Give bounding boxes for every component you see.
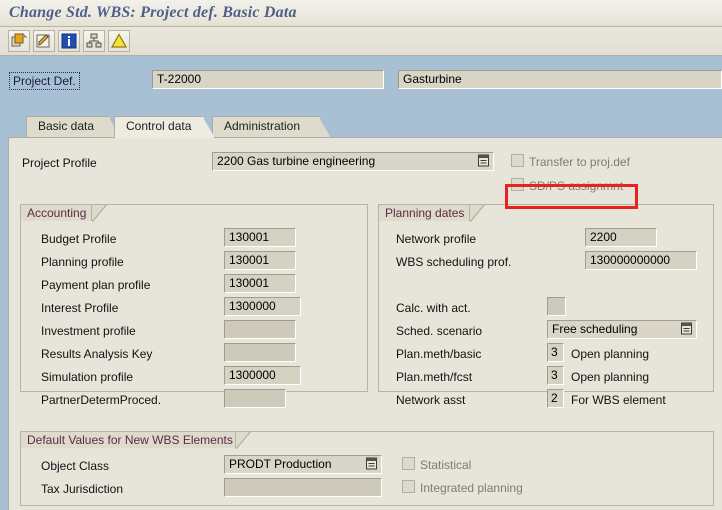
sap-gui-window: Change Std. WBS: Project def. Basic Data — [0, 0, 722, 510]
results-analysis-key-input[interactable] — [224, 343, 296, 362]
interest-profile-input[interactable]: 1300000 — [224, 297, 301, 316]
plan-meth-basic-label: Plan.meth/basic — [396, 347, 482, 361]
copy-reference-icon[interactable] — [8, 30, 30, 52]
transfer-to-proj-def-checkbox[interactable] — [511, 154, 524, 167]
tab-left-border — [114, 116, 115, 138]
accounting-group-slant-line — [92, 204, 107, 222]
tab-administration[interactable]: Administration — [212, 116, 331, 138]
investment-profile-label: Investment profile — [41, 324, 136, 338]
payment-plan-profile-label: Payment plan profile — [41, 278, 151, 292]
default-values-group: Default Values for New WBS Elements Obje… — [20, 431, 714, 506]
tab-left-border — [26, 116, 27, 138]
tab-control-data-label: Control data — [126, 119, 192, 133]
tab-control-data[interactable]: Control data — [114, 116, 215, 138]
accounting-group: Accounting Budget Profile 130001 Plannin… — [20, 204, 368, 408]
application-toolbar — [0, 27, 722, 56]
tax-jurisdiction-label: Tax Jurisdiction — [41, 482, 124, 496]
planning-dates-group-slant-line — [470, 204, 485, 222]
plan-meth-fcst-description: Open planning — [571, 370, 650, 384]
plan-meth-fcst-code-input[interactable]: 3 — [547, 366, 564, 385]
planning-profile-input[interactable]: 130001 — [224, 251, 296, 270]
project-def-key-input[interactable]: T-22000 — [152, 70, 384, 89]
tab-slant-edge — [318, 116, 331, 138]
partner-determ-proced-input[interactable] — [224, 389, 286, 408]
tab-basic-data[interactable]: Basic data — [26, 116, 121, 138]
network-profile-label: Network profile — [396, 232, 477, 246]
control-data-panel: Project Profile 2200 Gas turbine enginee… — [8, 137, 722, 510]
tab-strip: Basic data Control data Administration — [8, 116, 722, 138]
results-analysis-key-label: Results Analysis Key — [41, 347, 153, 361]
interest-profile-label: Interest Profile — [41, 301, 119, 315]
transfer-to-proj-def-label: Transfer to proj.def — [529, 155, 630, 169]
object-class-input[interactable]: PRODT Production — [224, 455, 382, 474]
tab-administration-label: Administration — [224, 119, 301, 133]
hierarchy-icon[interactable] — [83, 30, 105, 52]
info-icon[interactable] — [58, 30, 80, 52]
budget-profile-input[interactable]: 130001 — [224, 228, 296, 247]
statistical-label: Statistical — [420, 458, 472, 472]
sched-scenario-search-help-icon[interactable] — [680, 322, 695, 337]
integrated-planning-label: Integrated planning — [420, 481, 523, 495]
sd-ps-assignment-label: SD/PS assignmnt — [529, 179, 624, 193]
network-profile-input[interactable]: 2200 — [585, 228, 657, 247]
project-profile-search-help-icon[interactable] — [477, 154, 492, 169]
edit-pencil-icon[interactable] — [33, 30, 55, 52]
sd-ps-assignment-checkbox[interactable] — [511, 178, 524, 191]
statistical-checkbox[interactable] — [402, 457, 415, 470]
default-values-group-title: Default Values for New WBS Elements — [20, 431, 236, 448]
calc-with-act-input[interactable] — [547, 297, 566, 316]
payment-plan-profile-input[interactable]: 130001 — [224, 274, 296, 293]
partner-determ-proced-label: PartnerDetermProced. — [41, 393, 162, 407]
wbs-scheduling-prof-input[interactable]: 130000000000 — [585, 251, 697, 270]
network-asst-label: Network asst — [396, 393, 466, 407]
calc-with-act-label: Calc. with act. — [396, 301, 471, 315]
plan-meth-fcst-label: Plan.meth/fcst — [396, 370, 473, 384]
window-title-bar: Change Std. WBS: Project def. Basic Data — [0, 0, 722, 27]
project-def-description-input[interactable]: Gasturbine — [398, 70, 722, 89]
simulation-profile-label: Simulation profile — [41, 370, 134, 384]
planning-dates-group: Planning dates Network profile 2200 WBS … — [378, 204, 714, 408]
project-def-label: Project Def. — [9, 72, 80, 90]
project-profile-label: Project Profile — [22, 156, 97, 170]
object-class-label: Object Class — [41, 459, 110, 473]
budget-profile-label: Budget Profile — [41, 232, 117, 246]
planning-dates-group-title: Planning dates — [378, 204, 470, 221]
plan-meth-basic-code-input[interactable]: 3 — [547, 343, 564, 362]
object-class-search-help-icon[interactable] — [365, 457, 380, 472]
accounting-group-title: Accounting — [20, 204, 92, 221]
tab-basic-data-label: Basic data — [38, 119, 95, 133]
network-asst-code-input[interactable]: 2 — [547, 389, 564, 408]
page-title: Change Std. WBS: Project def. Basic Data — [9, 4, 297, 21]
tax-jurisdiction-input[interactable] — [224, 478, 382, 497]
project-profile-input[interactable]: 2200 Gas turbine engineering — [212, 152, 494, 171]
integrated-planning-checkbox[interactable] — [402, 480, 415, 493]
planning-profile-label: Planning profile — [41, 255, 124, 269]
warning-triangle-icon[interactable] — [108, 30, 130, 52]
wbs-scheduling-prof-label: WBS scheduling prof. — [396, 255, 512, 269]
investment-profile-input[interactable] — [224, 320, 296, 339]
plan-meth-basic-description: Open planning — [571, 347, 650, 361]
sched-scenario-label: Sched. scenario — [396, 324, 483, 338]
simulation-profile-input[interactable]: 1300000 — [224, 366, 301, 385]
network-asst-description: For WBS element — [571, 393, 666, 407]
default-values-group-slant-line — [236, 431, 251, 449]
sched-scenario-input[interactable]: Free scheduling — [547, 320, 697, 339]
